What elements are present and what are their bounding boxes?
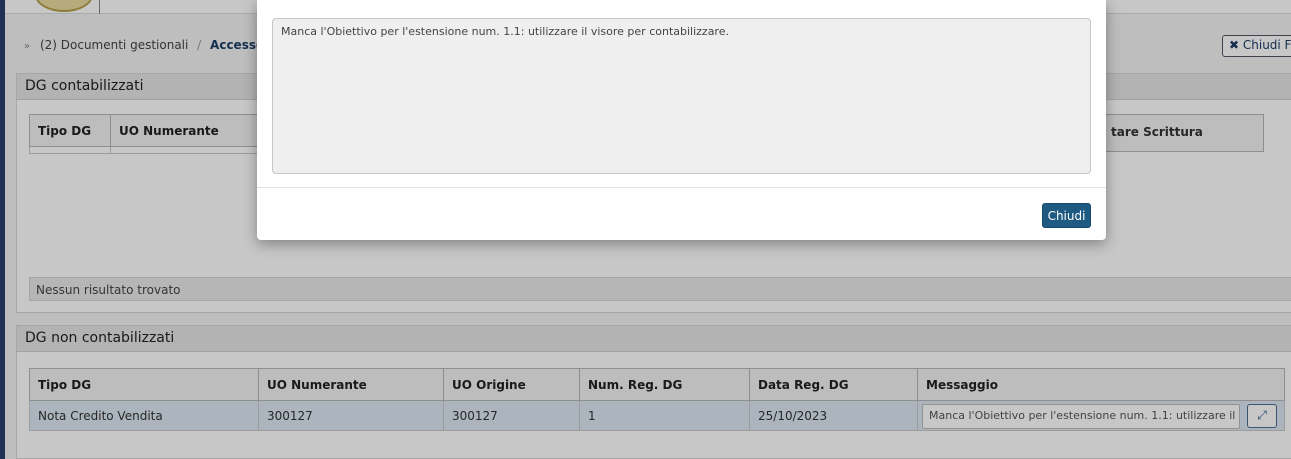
close-button[interactable]: Chiudi [1042,203,1091,228]
message-textarea[interactable]: Manca l'Obiettivo per l'estensione num. … [272,18,1091,174]
modal-footer-divider [257,187,1106,188]
message-modal: Manca l'Obiettivo per l'estensione num. … [257,0,1106,240]
